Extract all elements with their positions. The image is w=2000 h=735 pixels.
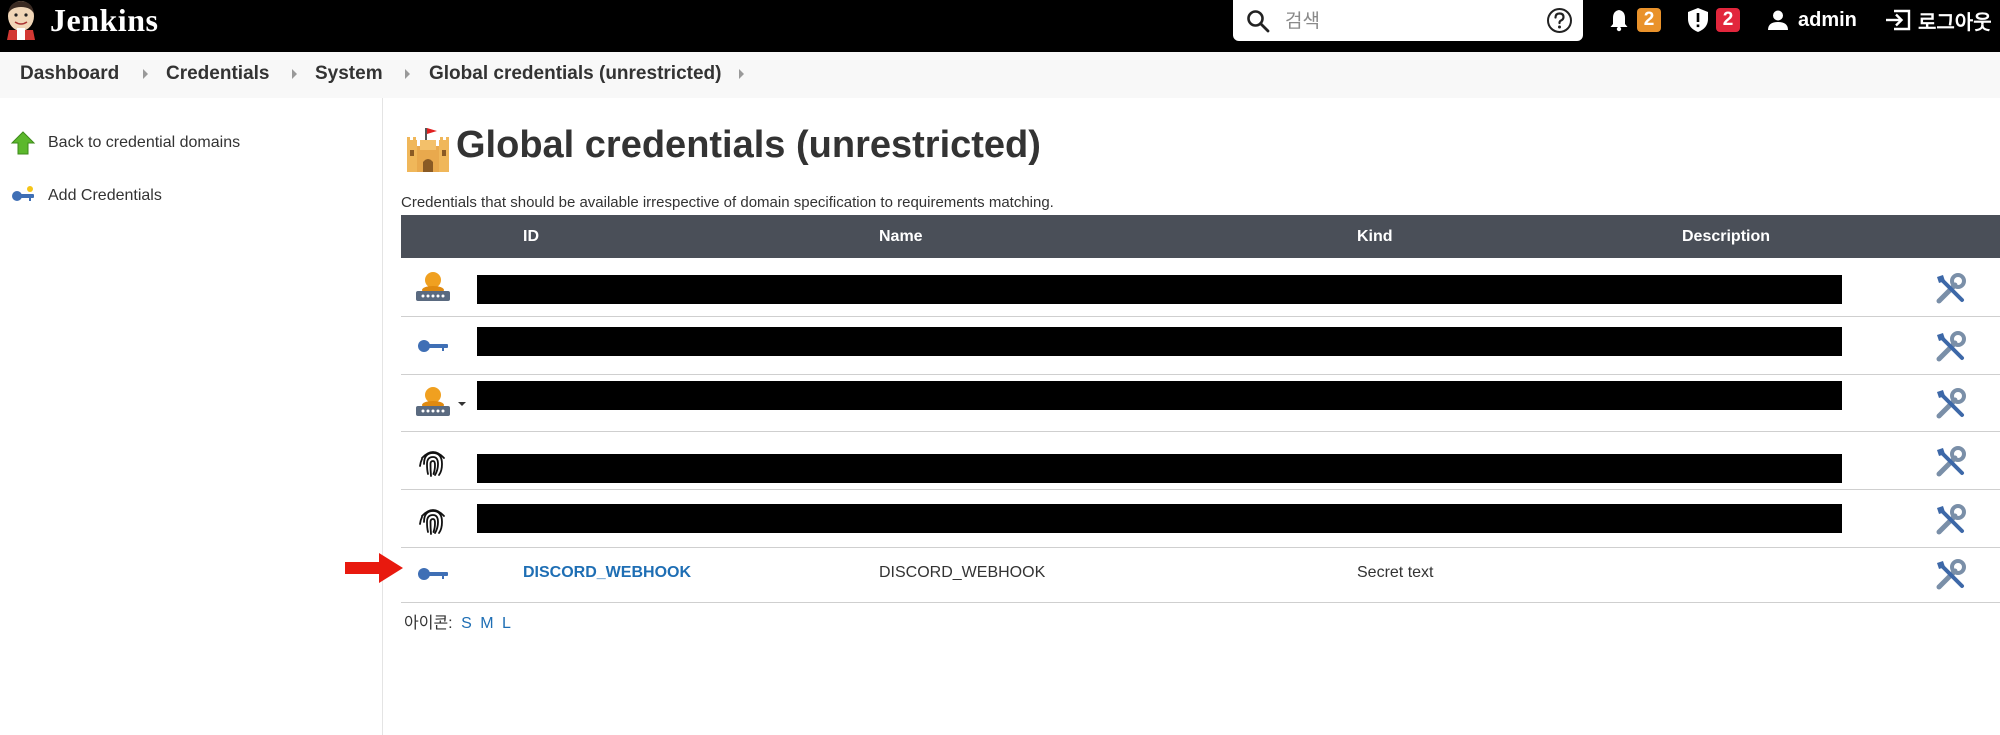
sidebar-item-back-to-domains[interactable]: Back to credential domains	[10, 130, 240, 156]
configure-icon[interactable]	[1933, 557, 1969, 593]
redacted-content	[477, 454, 1842, 483]
configure-icon[interactable]	[1933, 329, 1969, 365]
user-password-icon	[416, 387, 450, 416]
search-box	[1233, 0, 1583, 41]
table-row	[401, 317, 2000, 375]
key-icon	[418, 568, 448, 580]
redacted-content	[477, 504, 1842, 533]
jenkins-logo-icon	[7, 1, 35, 40]
column-header-description[interactable]: Description	[1682, 228, 1770, 246]
icon-size-medium[interactable]: M	[480, 615, 493, 632]
credential-id-link[interactable]: DISCORD_WEBHOOK	[523, 564, 691, 582]
security-badge: 2	[1716, 8, 1740, 32]
user-icon	[1768, 10, 1788, 30]
sidebar: Back to credential domains Add Credentia…	[0, 98, 383, 735]
table-row	[401, 490, 2000, 548]
search-icon	[1247, 10, 1270, 33]
key-icon	[12, 186, 34, 201]
page-description: Credentials that should be available irr…	[401, 194, 1054, 211]
credential-kind: Secret text	[1357, 564, 1434, 581]
breadcrumb-dashboard[interactable]: Dashboard	[20, 63, 119, 85]
configure-icon[interactable]	[1933, 502, 1969, 538]
notifications-badge: 2	[1637, 8, 1661, 32]
user-menu[interactable]: admin	[1766, 0, 1857, 40]
username: admin	[1798, 8, 1857, 31]
search-input[interactable]	[1283, 6, 1537, 36]
bell-icon	[1610, 10, 1628, 32]
configure-icon[interactable]	[1933, 271, 1969, 307]
column-header-kind[interactable]: Kind	[1357, 228, 1393, 246]
security-button[interactable]: 2	[1686, 0, 1740, 40]
logout-label: 로그아웃	[1918, 11, 1992, 34]
icon-size-selector: 아이콘: S M L	[404, 609, 511, 633]
icon-size-small[interactable]: S	[461, 615, 472, 632]
icon-size-label: 아이콘:	[404, 615, 453, 632]
table-row: DISCORD_WEBHOOK DISCORD_WEBHOOK Secret t…	[401, 545, 2000, 603]
brand-name: Jenkins	[50, 1, 159, 38]
sidebar-item-label: Back to credential domains	[48, 134, 241, 151]
chevron-down-icon[interactable]	[458, 402, 466, 406]
redacted-content	[477, 275, 1842, 304]
top-header: Jenkins 2 2 admin	[0, 0, 2000, 52]
redacted-content	[477, 327, 1842, 356]
table-row	[401, 259, 2000, 317]
sidebar-item-label: Add Credentials	[48, 187, 162, 204]
up-arrow-icon	[10, 131, 36, 155]
help-icon[interactable]	[1546, 7, 1573, 34]
configure-icon[interactable]	[1933, 444, 1969, 480]
configure-icon[interactable]	[1933, 386, 1969, 422]
icon-size-large[interactable]: L	[502, 615, 511, 632]
fingerprint-icon	[419, 451, 445, 477]
breadcrumb-separator[interactable]	[143, 69, 148, 79]
notifications-button[interactable]: 2	[1607, 0, 1661, 40]
jenkins-home-link[interactable]: Jenkins	[4, 0, 158, 40]
credentials-table-header: ID Name Kind Description	[401, 215, 2000, 258]
castle-icon	[407, 128, 449, 172]
redacted-content	[477, 381, 1842, 410]
user-password-icon	[416, 272, 450, 301]
sidebar-item-add-credentials[interactable]: Add Credentials	[10, 183, 162, 209]
breadcrumb: Dashboard Credentials System Global cred…	[0, 52, 2000, 98]
breadcrumb-system[interactable]: System	[315, 63, 383, 85]
page-title: Global credentials (unrestricted)	[456, 124, 1041, 166]
column-header-name[interactable]: Name	[879, 228, 923, 246]
credential-name: DISCORD_WEBHOOK	[879, 564, 1046, 581]
breadcrumb-separator[interactable]	[405, 69, 410, 79]
fingerprint-icon	[419, 509, 445, 535]
column-header-id[interactable]: ID	[523, 228, 539, 246]
breadcrumb-credentials[interactable]: Credentials	[166, 63, 269, 85]
logout-button[interactable]: 로그아웃	[1884, 0, 1992, 40]
table-row	[401, 432, 2000, 490]
shield-icon	[1688, 8, 1708, 32]
breadcrumb-global-credentials[interactable]: Global credentials (unrestricted)	[429, 63, 721, 85]
logout-icon	[1886, 9, 1911, 31]
red-arrow-icon	[345, 553, 403, 583]
key-icon	[418, 340, 448, 352]
breadcrumb-separator[interactable]	[292, 69, 297, 79]
table-row	[401, 374, 2000, 432]
breadcrumb-separator[interactable]	[739, 69, 744, 79]
